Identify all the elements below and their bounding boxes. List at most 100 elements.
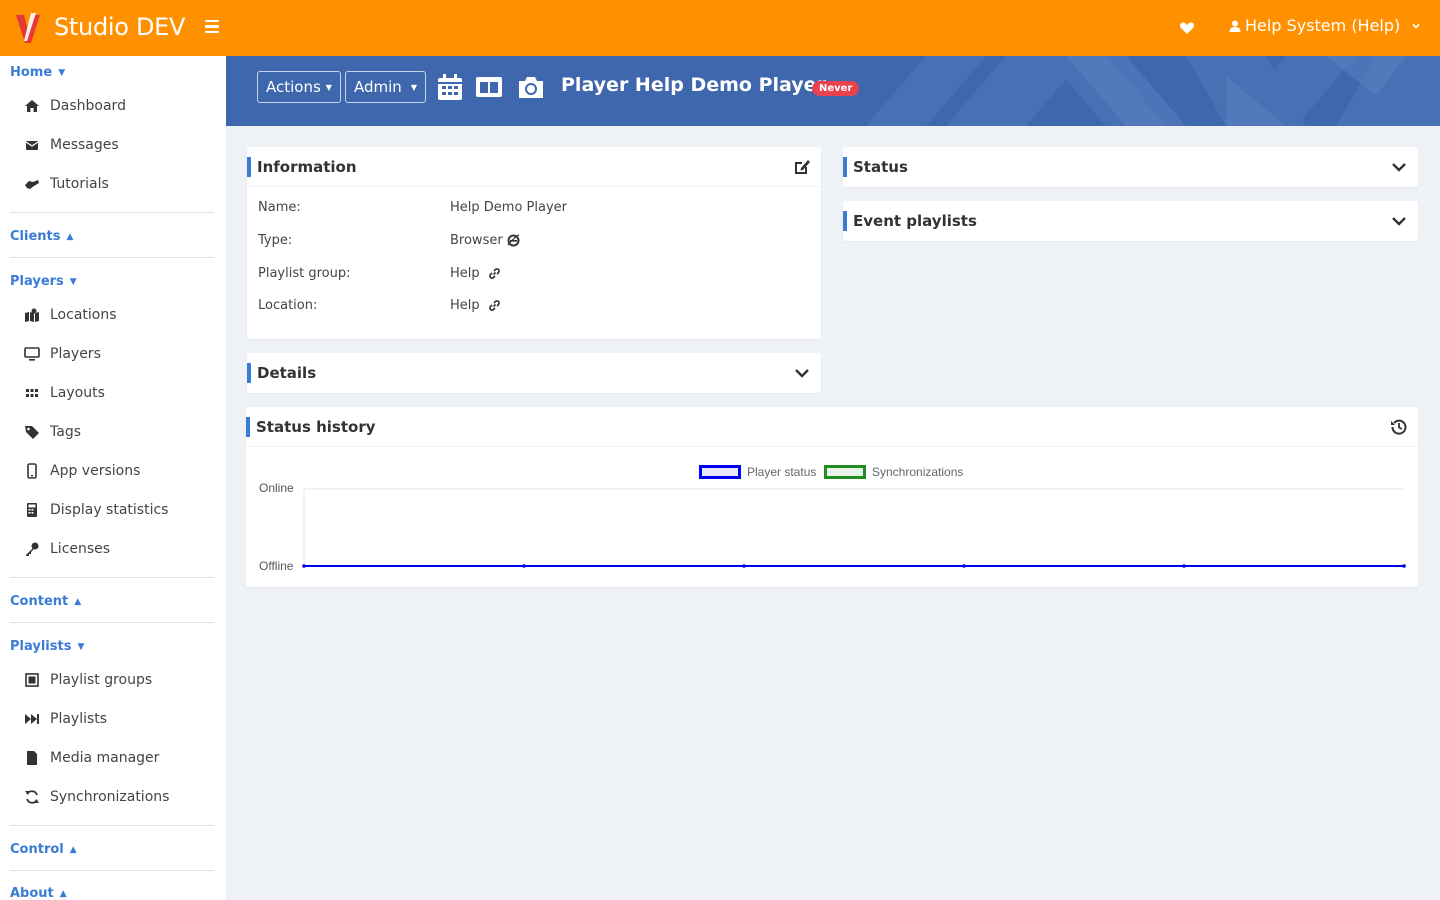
caret-down-icon: ▼ <box>69 276 77 287</box>
info-value-name: Help Demo Player <box>450 200 567 215</box>
sync-icon <box>25 790 39 804</box>
admin-label: Admin <box>354 78 402 96</box>
sidebar-section-content[interactable]: Content ▲ <box>10 594 81 609</box>
sidebar-divider <box>10 870 214 871</box>
status-card-header[interactable]: Status <box>843 147 1418 187</box>
details-card[interactable]: Details <box>247 353 821 393</box>
envelope-icon <box>25 141 39 150</box>
sidebar-item-synchronizations[interactable]: Synchronizations <box>0 779 226 815</box>
mobile-icon <box>27 463 37 479</box>
map-marked-icon <box>25 308 39 322</box>
home-icon <box>25 100 39 112</box>
layout-columns-icon[interactable] <box>475 73 503 101</box>
tag-icon <box>25 426 39 439</box>
sidebar-section-playlists[interactable]: Playlists ▼ <box>10 639 84 654</box>
app-title[interactable]: Studio DEV <box>54 13 185 41</box>
data-point[interactable] <box>962 564 966 568</box>
sidebar-item-players[interactable]: Players <box>0 336 226 372</box>
sidebar-section-about[interactable]: About ▲ <box>10 886 67 900</box>
accent-bar <box>247 363 251 383</box>
status-history-chart <box>302 488 1406 568</box>
info-label: Type: <box>258 233 293 248</box>
info-label: Location: <box>258 298 318 313</box>
event-playlists-card[interactable]: Event playlists <box>843 201 1418 241</box>
sidebar-item-tutorials[interactable]: Tutorials <box>0 166 226 202</box>
sidebar-item-tags[interactable]: Tags <box>0 414 226 450</box>
data-point[interactable] <box>1182 564 1186 568</box>
fast-forward-icon <box>25 714 39 724</box>
sidebar-item-locations[interactable]: Locations <box>0 297 226 333</box>
actions-dropdown-button[interactable]: Actions ▼ <box>257 71 341 103</box>
sidebar-item-layouts[interactable]: Layouts <box>0 375 226 411</box>
calculator-icon <box>27 503 37 517</box>
sidebar-item-media-manager[interactable]: Media manager <box>0 740 226 776</box>
calendar-icon[interactable] <box>436 73 464 101</box>
information-card: Information Name: Help Demo Player Type:… <box>247 147 821 339</box>
event-playlists-card-header[interactable]: Event playlists <box>843 201 1418 241</box>
edit-icon[interactable] <box>793 158 811 176</box>
sidebar-divider <box>10 577 214 578</box>
sidebar-item-playlists[interactable]: Playlists <box>0 701 226 737</box>
sidebar-item-label: Locations <box>50 307 117 323</box>
info-label: Playlist group: <box>258 266 351 281</box>
sidebar-item-playlist-groups[interactable]: Playlist groups <box>0 662 226 698</box>
data-point[interactable] <box>522 564 526 568</box>
sidebar: Home ▼ Dashboard Messages Tutorials Clien… <box>0 56 226 900</box>
sidebar-section-home[interactable]: Home ▼ <box>10 65 65 80</box>
caret-down-icon: ▼ <box>77 641 85 652</box>
sidebar-section-clients[interactable]: Clients ▲ <box>10 229 73 244</box>
sidebar-divider <box>10 257 214 258</box>
status-card[interactable]: Status <box>843 147 1418 187</box>
chevron-down-icon[interactable] <box>1390 212 1408 230</box>
key-icon <box>26 542 39 556</box>
data-point[interactable] <box>742 564 746 568</box>
link-icon[interactable] <box>488 267 501 280</box>
page-header-banner: Actions ▼ Admin ▼ Player Help Demo Player … <box>226 56 1440 126</box>
info-label: Name: <box>258 200 301 215</box>
info-value: Help <box>450 266 480 281</box>
sidebar-item-label: Players <box>50 346 101 362</box>
details-card-header[interactable]: Details <box>247 353 821 393</box>
sidebar-item-licenses[interactable]: Licenses <box>0 531 226 567</box>
user-menu[interactable]: Help System (Help) <box>1228 16 1422 35</box>
info-value: Help <box>450 298 480 313</box>
info-value: Browser <box>450 233 503 248</box>
info-value-playlist-group: Help <box>450 266 501 281</box>
sidebar-item-display-statistics[interactable]: Display statistics <box>0 492 226 528</box>
file-icon <box>27 751 37 765</box>
sidebar-item-label: Messages <box>50 137 119 153</box>
data-point[interactable] <box>302 564 306 568</box>
data-point[interactable] <box>1402 564 1406 568</box>
card-title: Details <box>257 364 317 382</box>
sidebar-item-label: Tags <box>50 424 81 440</box>
info-value: Help Demo Player <box>450 200 567 215</box>
link-icon[interactable] <box>488 299 501 312</box>
chevron-down-icon[interactable] <box>793 364 811 382</box>
caret-down-icon: ▼ <box>325 82 332 92</box>
sidebar-item-label: Playlists <box>50 711 108 727</box>
status-history-card: Status history Player status Synchroniza… <box>246 407 1418 587</box>
sidebar-section-players[interactable]: Players ▼ <box>10 274 77 289</box>
page-title: Player Help Demo Player <box>561 74 826 96</box>
sidebar-divider <box>10 212 214 213</box>
sidebar-item-messages[interactable]: Messages <box>0 127 226 163</box>
admin-dropdown-button[interactable]: Admin ▼ <box>345 71 426 103</box>
menu-toggle-button[interactable] <box>205 17 225 39</box>
section-label: Playlists <box>10 639 72 654</box>
sidebar-item-label: Display statistics <box>50 502 169 518</box>
sidebar-item-label: Media manager <box>50 750 160 766</box>
sidebar-item-app-versions[interactable]: App versions <box>0 453 226 489</box>
sidebar-section-control[interactable]: Control ▲ <box>10 842 77 857</box>
chevron-down-icon <box>1412 23 1420 29</box>
chevron-down-icon[interactable] <box>1390 158 1408 176</box>
section-label: Control <box>10 842 64 857</box>
favorites-heart-icon[interactable] <box>1179 20 1195 36</box>
card-title: Status <box>853 158 908 176</box>
sidebar-divider <box>10 825 214 826</box>
camera-icon[interactable] <box>517 73 545 101</box>
caret-up-icon: ▲ <box>59 888 67 899</box>
accent-bar <box>843 211 847 231</box>
sidebar-item-label: Dashboard <box>50 98 126 114</box>
sidebar-item-dashboard[interactable]: Dashboard <box>0 88 226 124</box>
section-label: Content <box>10 594 69 609</box>
